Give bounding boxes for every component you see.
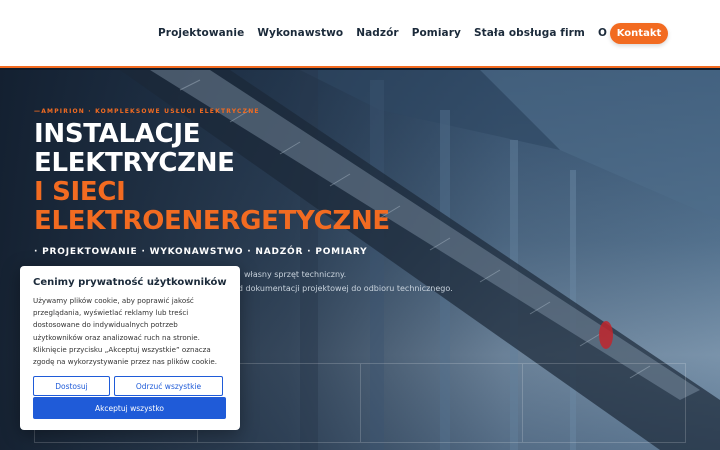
hero-title-accent-line: I SIECI: [34, 177, 126, 207]
customize-button[interactable]: Dostosuj: [33, 376, 110, 396]
hero-description-line: od dokumentacji projektowej do odbioru t…: [233, 284, 453, 293]
hero-title-line: INSTALACJE: [34, 119, 201, 149]
site-header: Projektowanie Wykonawstwo Nadzór Pomiary…: [0, 0, 720, 68]
nav-item-projektowanie[interactable]: Projektowanie: [158, 27, 244, 39]
nav-item-pomiary[interactable]: Pomiary: [412, 27, 461, 39]
hero-description-line: własny sprzęt techniczny.: [244, 270, 347, 279]
main-nav: Projektowanie Wykonawstwo Nadzór Pomiary…: [158, 27, 645, 39]
hero-title: INSTALACJE ELEKTRYCZNE I SIECI ELEKTROEN…: [34, 120, 390, 236]
nav-item-nadzor[interactable]: Nadzór: [356, 27, 399, 39]
hero-title-accent-line: ELEKTROENERGETYCZNE: [34, 206, 390, 236]
reject-all-button[interactable]: Odrzuć wszystkie: [114, 376, 223, 396]
hero-title-line: ELEKTRYCZNE: [34, 148, 235, 178]
cookie-title: Cenimy prywatność użytkowników: [33, 277, 227, 288]
accept-all-button[interactable]: Akceptuj wszystko: [33, 397, 226, 419]
cookie-consent-dialog: Cenimy prywatność użytkowników Używamy p…: [20, 266, 240, 430]
cookie-body: Używamy plików cookie, aby poprawić jako…: [33, 296, 217, 367]
nav-item-stala-obsluga-firm[interactable]: Stała obsługa firm: [474, 27, 585, 39]
contact-button[interactable]: Kontakt: [610, 23, 668, 44]
nav-item-wykonawstwo[interactable]: Wykonawstwo: [257, 27, 343, 39]
feature-box: [522, 363, 686, 443]
hero-eyebrow: —AMPIRION · KOMPLEKSOWE USŁUGI ELEKTRYCZ…: [34, 108, 260, 115]
hero-services: · PROJEKTOWANIE · WYKONAWSTWO · NADZÓR ·…: [34, 247, 368, 257]
feature-box: [359, 363, 523, 443]
